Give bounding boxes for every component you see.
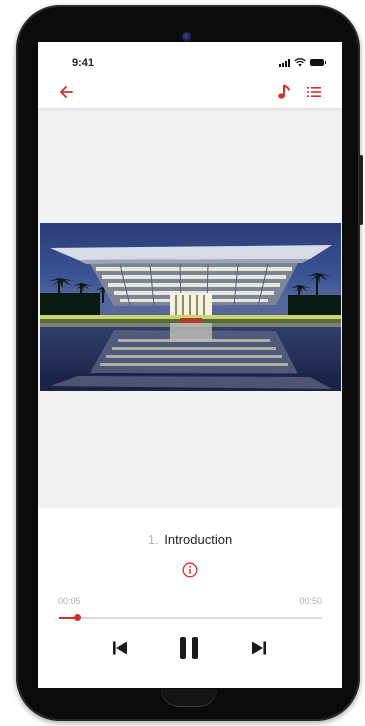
battery-icon <box>310 59 326 66</box>
arrow-left-icon <box>60 86 73 98</box>
wifi-icon <box>294 58 306 67</box>
signal-icon <box>279 58 290 67</box>
playlist-icon <box>307 87 321 97</box>
info-icon <box>182 562 198 578</box>
app-screen: 9:41 1. Introduction 00:05 00:50 <box>38 42 342 688</box>
museum-building-image <box>40 223 341 391</box>
previous-button[interactable] <box>110 638 130 658</box>
music-note-icon <box>278 84 290 99</box>
track-number: 1. <box>147 532 159 547</box>
status-icons <box>279 58 326 67</box>
track-title: 1. Introduction <box>38 532 342 547</box>
status-bar: 9:41 <box>38 42 342 78</box>
front-camera <box>182 32 192 42</box>
museum-photo <box>40 223 341 391</box>
app-bar <box>38 78 342 108</box>
back-button[interactable] <box>56 82 76 102</box>
status-time: 9:41 <box>72 57 95 69</box>
player-panel: 1. Introduction 00:05 00:50 <box>38 508 342 688</box>
previous-icon <box>113 641 127 655</box>
music-button[interactable] <box>274 82 294 102</box>
track-name: Introduction <box>164 532 233 547</box>
info-button[interactable] <box>181 561 199 579</box>
pause-button[interactable] <box>176 635 202 661</box>
playlist-button[interactable] <box>304 82 324 102</box>
total-duration: 00:50 <box>299 596 322 606</box>
media-area <box>38 108 342 508</box>
elapsed-time: 00:05 <box>58 596 81 606</box>
progress-thumb[interactable] <box>74 614 82 621</box>
side-button <box>359 155 363 225</box>
pause-icon <box>180 637 198 659</box>
home-button <box>161 689 217 707</box>
next-button[interactable] <box>249 638 269 658</box>
progress-bar[interactable] <box>59 614 322 621</box>
next-icon <box>252 641 266 655</box>
